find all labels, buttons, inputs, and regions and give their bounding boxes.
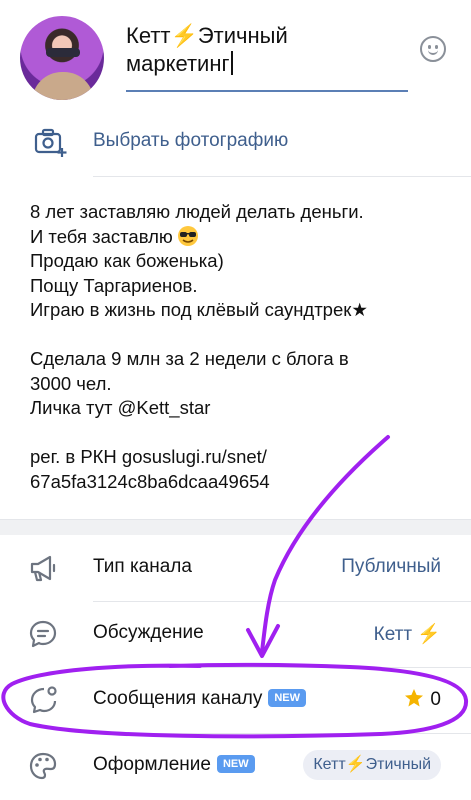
text-caret bbox=[230, 51, 233, 75]
channel-type-value: Публичный bbox=[341, 556, 441, 577]
divider bbox=[93, 176, 471, 177]
bio-line: 3000 чел. bbox=[30, 372, 112, 394]
bio-line bbox=[30, 421, 450, 446]
channel-name-line2: маркетинг bbox=[126, 51, 230, 76]
bio-line: Личка тут @Kett_star bbox=[30, 397, 211, 418]
channel-messages-label-wrap: Сообщения каналу NEW bbox=[93, 688, 307, 710]
sunglasses-emoji-icon bbox=[177, 225, 198, 246]
channel-avatar[interactable] bbox=[20, 16, 104, 100]
megaphone-icon bbox=[30, 555, 56, 582]
channel-name-input[interactable]: Кетт⚡Этичный маркетинг bbox=[126, 22, 408, 92]
message-dot-icon bbox=[30, 686, 57, 714]
choose-photo-label: Выбрать фотографию bbox=[93, 130, 289, 151]
camera-add-icon bbox=[34, 128, 67, 157]
bio-line: Сделала 9 млн за 2 недели с блога в bbox=[30, 348, 349, 369]
new-badge: NEW bbox=[216, 755, 255, 773]
avatar-glasses bbox=[46, 48, 80, 57]
channel-name-line1: Кетт⚡Этичный bbox=[126, 23, 288, 48]
channel-messages-row[interactable]: Сообщения каналу NEW 0 bbox=[0, 667, 471, 733]
star-icon bbox=[405, 689, 424, 707]
chat-bubble-icon bbox=[29, 620, 57, 648]
channel-description-input[interactable]: 8 лет заставляю людей делать деньги. И т… bbox=[30, 200, 450, 494]
discussion-value: Кетт ⚡ bbox=[373, 624, 441, 645]
channel-messages-value: 0 bbox=[404, 688, 441, 711]
stars-count: 0 bbox=[430, 689, 441, 710]
choose-photo-row[interactable]: Выбрать фотографию bbox=[0, 118, 471, 172]
discussion-row[interactable]: Обсуждение Кетт ⚡ bbox=[0, 601, 471, 667]
bio-line-with-emoji: И тебя заставлю bbox=[30, 225, 450, 250]
channel-type-label: Тип канала bbox=[93, 556, 192, 577]
channel-messages-label: Сообщения каналу bbox=[93, 688, 263, 709]
discussion-label: Обсуждение bbox=[93, 622, 204, 643]
bio-line: Играю в жизнь под клёвый саундтрек★ bbox=[30, 299, 368, 320]
bio-line: Пощу Таргариенов. bbox=[30, 274, 198, 296]
appearance-label: Оформление bbox=[93, 754, 211, 775]
appearance-label-wrap: Оформление NEW bbox=[93, 754, 255, 776]
palette-icon bbox=[29, 752, 57, 780]
bio-line: И тебя заставлю bbox=[30, 225, 173, 247]
bio-line: 8 лет заставляю людей делать деньги. bbox=[30, 201, 364, 222]
bio-line: Продаю как боженька) bbox=[30, 250, 224, 271]
appearance-value-chip: Кетт⚡Этичный bbox=[303, 750, 441, 780]
bio-line: рег. в РКН gosuslugi.ru/snet/ bbox=[30, 446, 267, 467]
channel-name-line2-wrap: маркетинг bbox=[126, 50, 408, 78]
channel-header: Кетт⚡Этичный маркетинг bbox=[0, 0, 471, 112]
new-badge: NEW bbox=[268, 689, 307, 707]
smiley-icon[interactable] bbox=[420, 36, 446, 62]
channel-type-row[interactable]: Тип канала Публичный bbox=[0, 535, 471, 601]
avatar-figure bbox=[32, 72, 94, 100]
bio-line bbox=[30, 323, 450, 348]
section-separator bbox=[0, 519, 471, 535]
bio-line: 67a5fa3124c8ba6dcaa49654 bbox=[30, 470, 270, 492]
appearance-row[interactable]: Оформление NEW Кетт⚡Этичный bbox=[0, 733, 471, 799]
